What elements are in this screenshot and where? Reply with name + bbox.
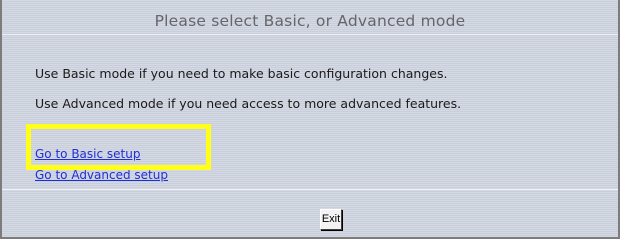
advanced-mode-description: Use Advanced mode if you need access to … <box>35 96 462 111</box>
advanced-setup-link[interactable]: Go to Advanced setup <box>35 168 168 182</box>
exit-button[interactable]: Exit <box>320 209 342 230</box>
divider <box>2 189 618 190</box>
basic-mode-description: Use Basic mode if you need to make basic… <box>35 66 448 81</box>
page-title: Please select Basic, or Advanced mode <box>154 12 466 30</box>
mode-select-panel: Please select Basic, or Advanced mode Us… <box>0 0 620 239</box>
highlight-box <box>26 124 211 170</box>
title-bar: Please select Basic, or Advanced mode <box>2 0 618 35</box>
